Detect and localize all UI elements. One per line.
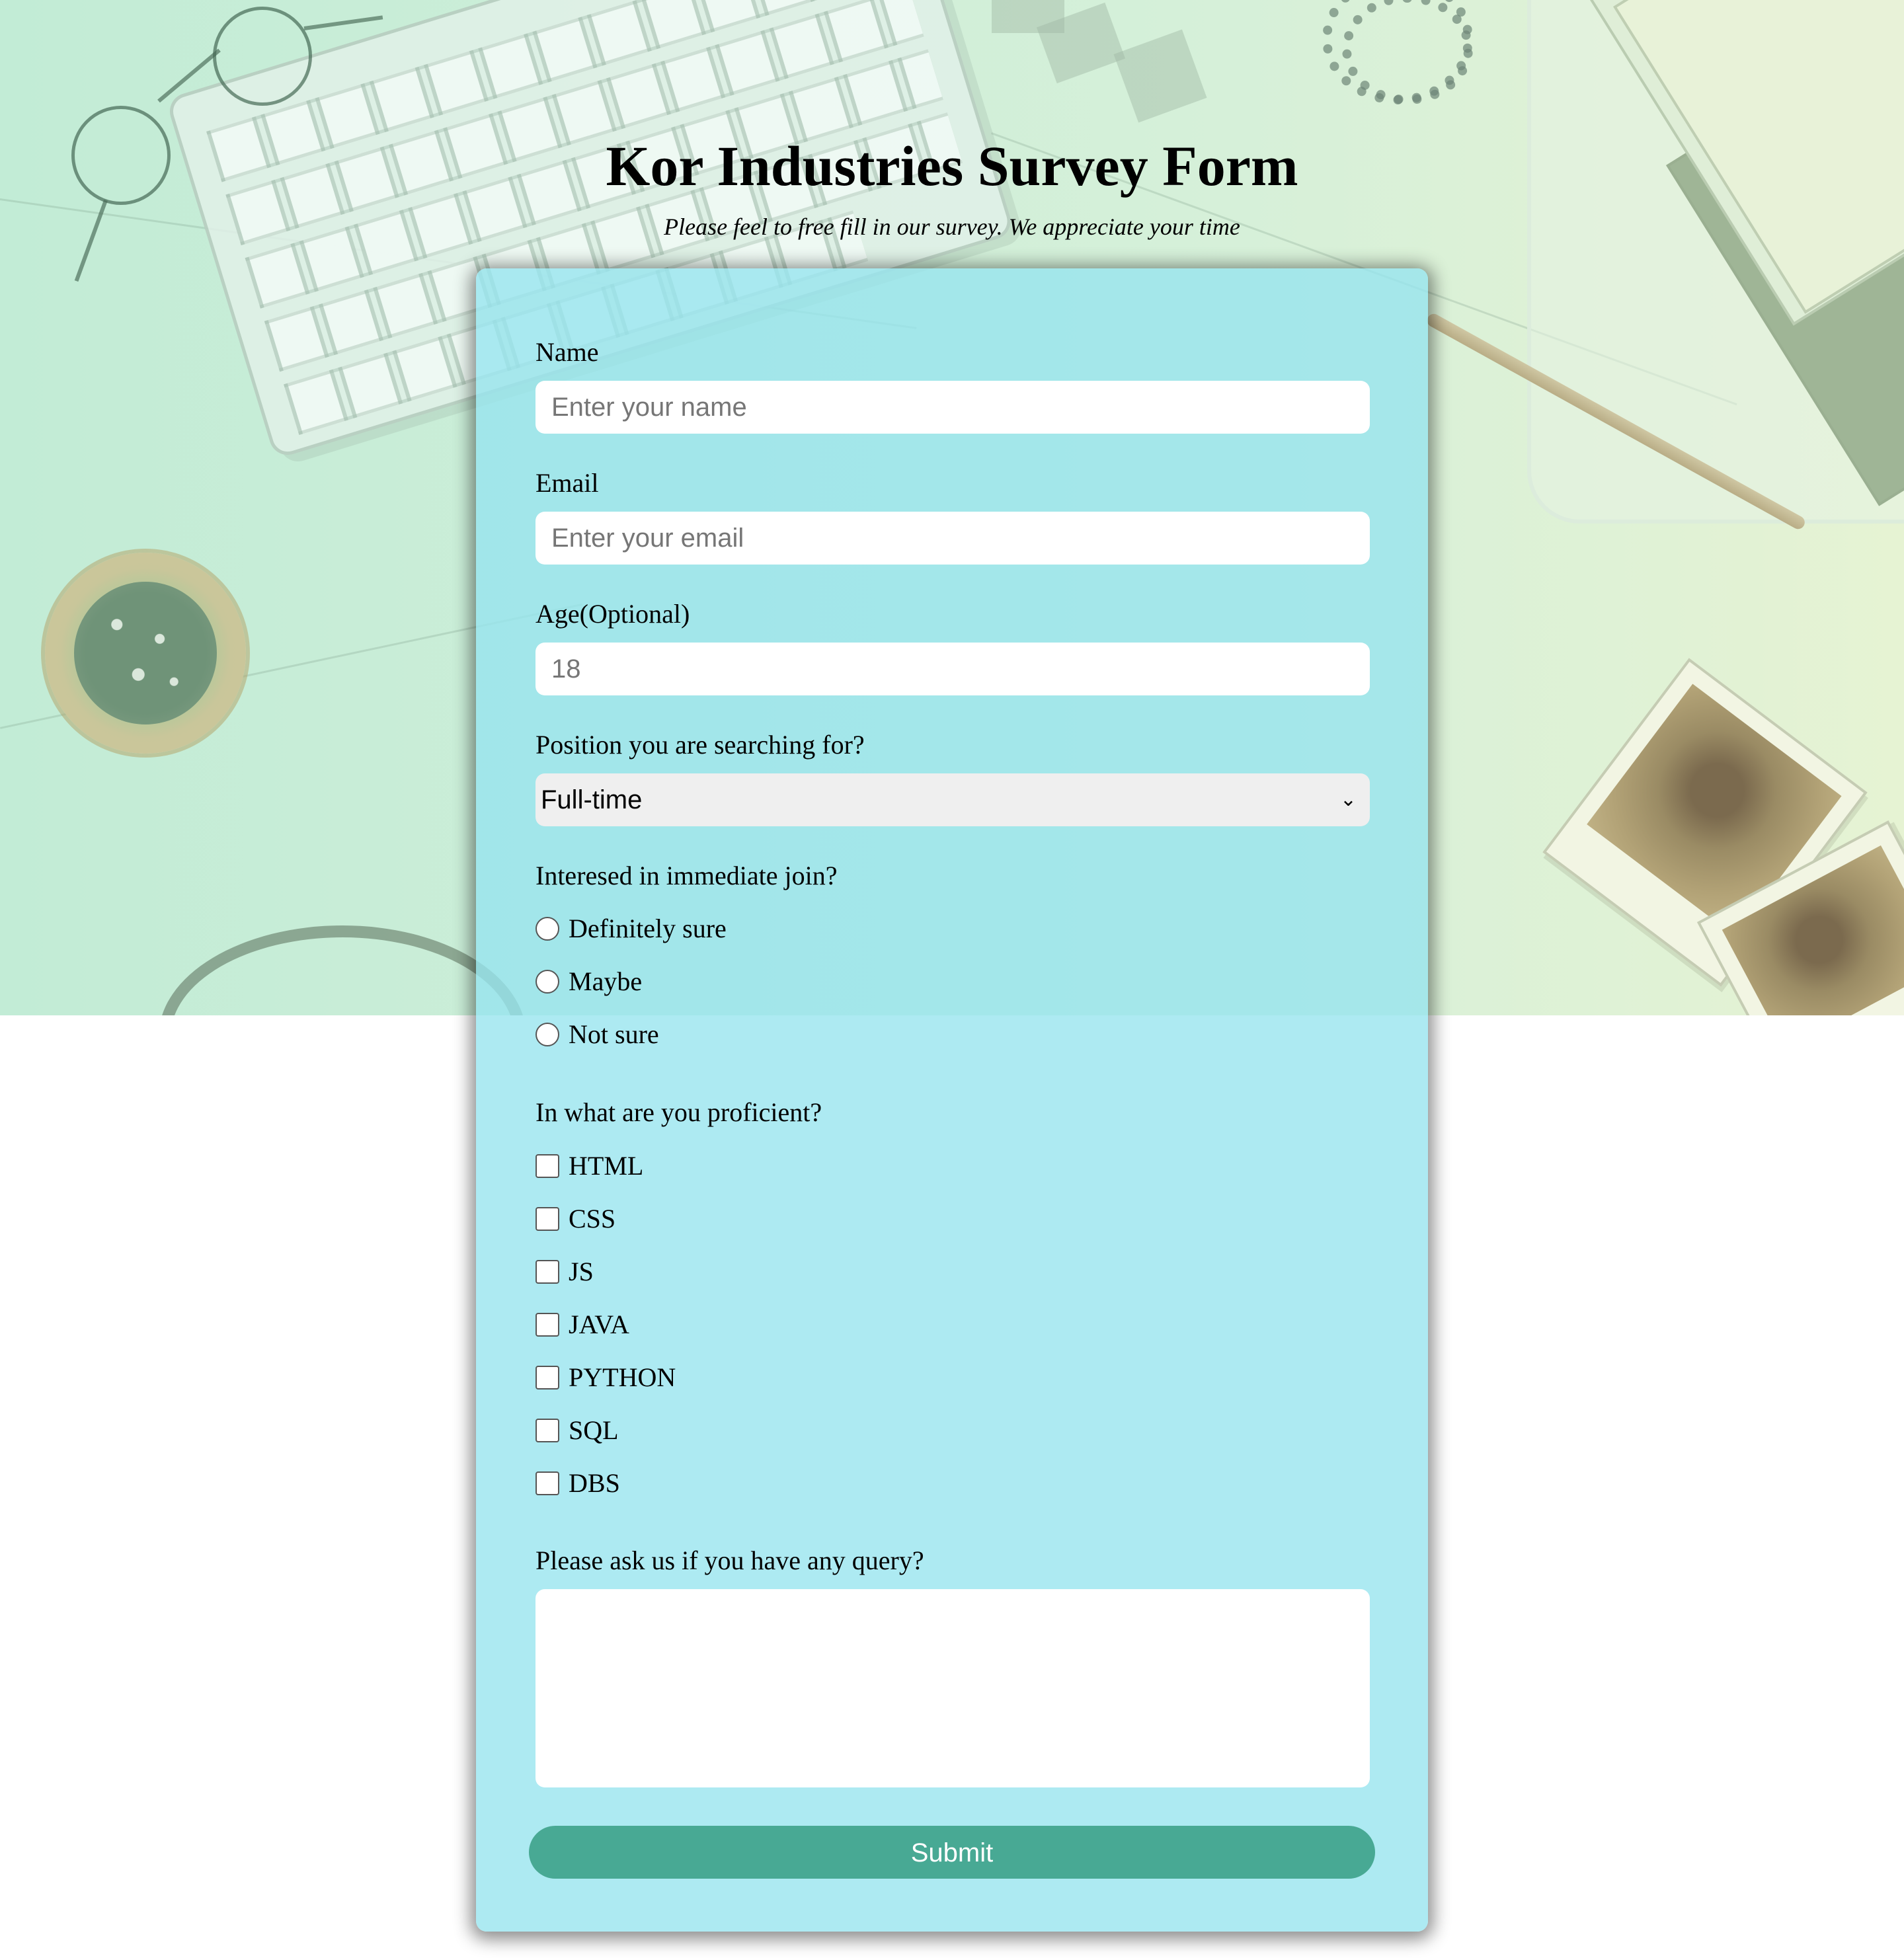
- join-option-not-sure[interactable]: Not sure: [536, 1018, 659, 1051]
- glasses-arm: [303, 15, 383, 30]
- name-input[interactable]: [536, 381, 1370, 434]
- skill-option-js[interactable]: JS: [536, 1255, 594, 1288]
- skill-option-label: DBS: [569, 1468, 620, 1498]
- query-label: Please ask us if you have any query?: [536, 1546, 924, 1575]
- checkbox[interactable]: [536, 1471, 559, 1495]
- skills-label: In what are you proficient?: [536, 1097, 822, 1127]
- join-label: Interesed in immediate join?: [536, 861, 838, 890]
- join-option-label: Not sure: [569, 1019, 659, 1049]
- glasses-icon: [213, 7, 312, 106]
- checkbox[interactable]: [536, 1207, 559, 1231]
- radio-button[interactable]: [536, 1023, 559, 1046]
- submit-button[interactable]: Submit: [529, 1826, 1375, 1879]
- checkbox[interactable]: [536, 1366, 559, 1390]
- skill-option-dbs[interactable]: DBS: [536, 1467, 620, 1500]
- skill-option-label: CSS: [569, 1204, 616, 1234]
- join-option-label: Definitely sure: [569, 914, 727, 943]
- desk-plant: [45, 553, 246, 754]
- position-label: Position you are searching for?: [536, 730, 865, 760]
- skill-option-label: HTML: [569, 1151, 644, 1181]
- checkbox[interactable]: [536, 1313, 559, 1337]
- age-label: Age(Optional): [536, 599, 690, 629]
- skill-option-css[interactable]: CSS: [536, 1202, 615, 1235]
- radio-button[interactable]: [536, 917, 559, 941]
- checkbox[interactable]: [536, 1154, 559, 1178]
- checkbox[interactable]: [536, 1260, 559, 1284]
- skill-option-label: JAVA: [569, 1310, 629, 1339]
- desk-cable: [1342, 0, 1473, 104]
- page-subtitle: Please feel to free fill in our survey. …: [664, 214, 1240, 240]
- desk-swatch: [1113, 29, 1207, 123]
- age-input[interactable]: [536, 643, 1370, 695]
- skill-option-label: JS: [569, 1257, 594, 1286]
- position-select[interactable]: Full-time ⌄: [536, 773, 1370, 826]
- email-label: Email: [536, 468, 599, 498]
- join-option-maybe[interactable]: Maybe: [536, 965, 642, 998]
- skill-option-label: PYTHON: [569, 1362, 676, 1392]
- skill-option-java[interactable]: JAVA: [536, 1308, 629, 1341]
- join-option-label: Maybe: [569, 966, 643, 996]
- skill-option-label: SQL: [569, 1415, 619, 1445]
- name-label: Name: [536, 337, 599, 367]
- skill-option-html[interactable]: HTML: [536, 1150, 643, 1183]
- checkbox[interactable]: [536, 1419, 559, 1442]
- page-title: Kor Industries Survey Form: [606, 134, 1298, 198]
- skill-option-python[interactable]: PYTHON: [536, 1361, 676, 1394]
- skill-option-sql[interactable]: SQL: [536, 1414, 619, 1447]
- join-option-definitely-sure[interactable]: Definitely sure: [536, 912, 727, 945]
- position-select-value: Full-time: [541, 785, 643, 814]
- email-input[interactable]: [536, 512, 1370, 565]
- survey-form: Name Email Age(Optional) Position you ar…: [476, 268, 1428, 1932]
- desk-strap: [159, 925, 526, 1015]
- chevron-down-icon: ⌄: [1339, 789, 1357, 810]
- radio-button[interactable]: [536, 970, 559, 994]
- query-textarea[interactable]: [536, 1589, 1370, 1787]
